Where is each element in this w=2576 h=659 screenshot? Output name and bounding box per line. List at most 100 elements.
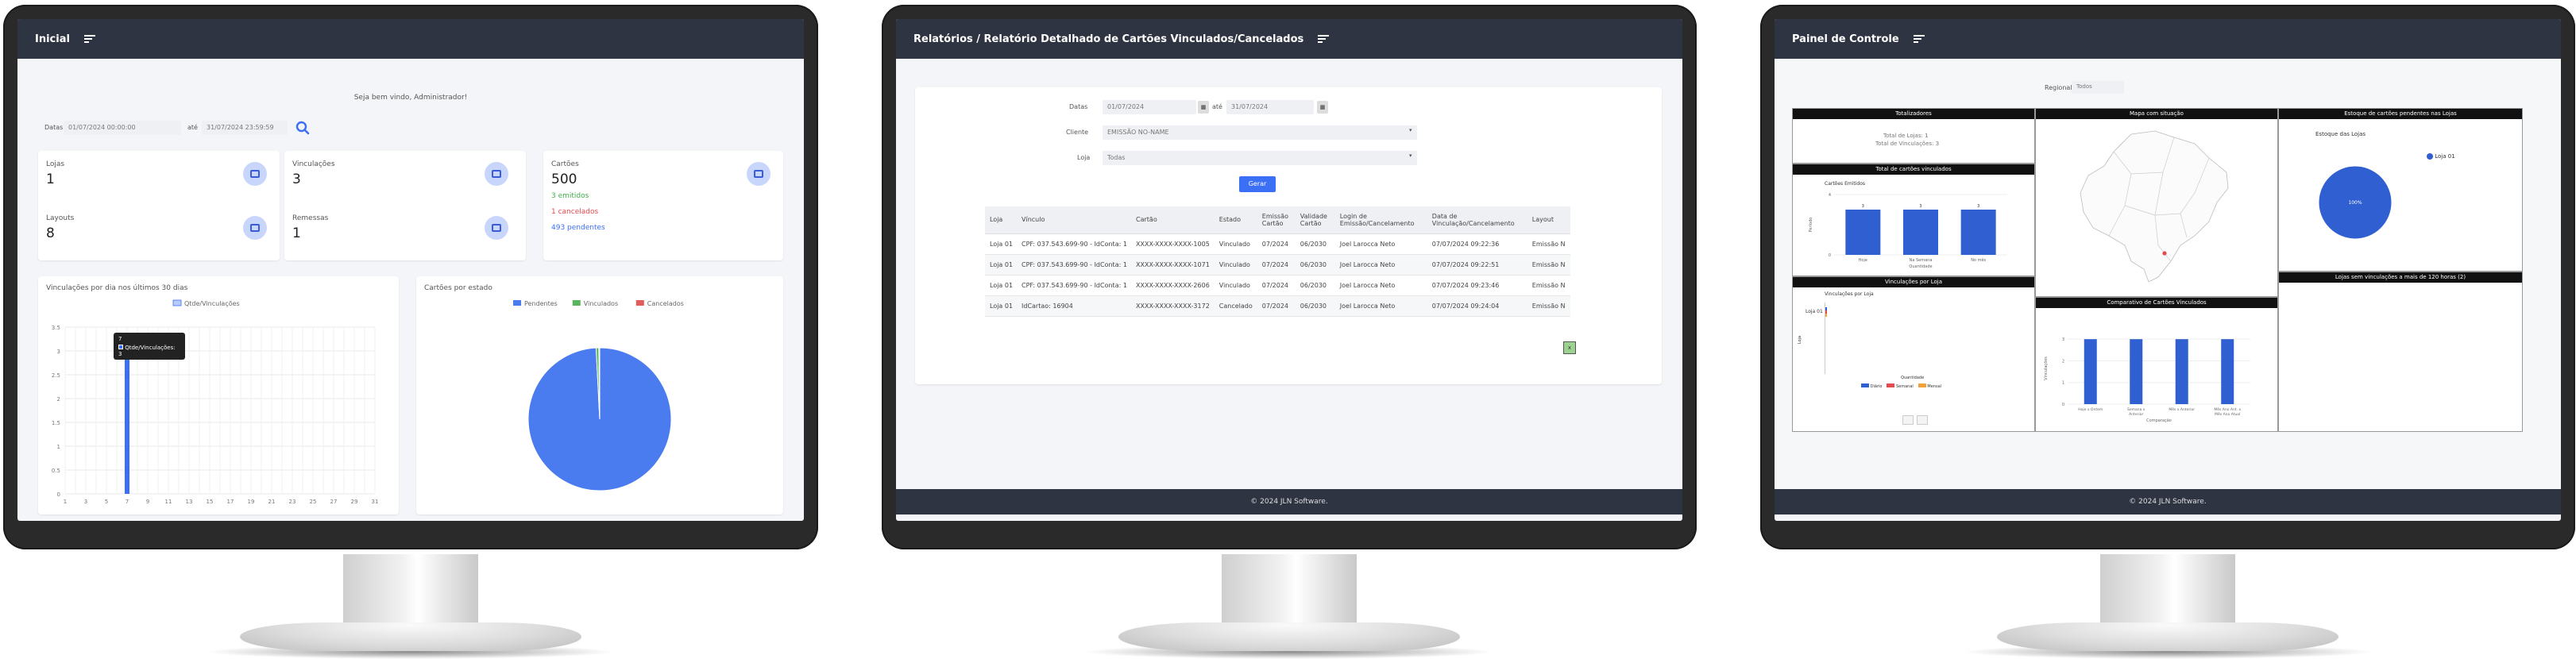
column-header[interactable]: Validade Cartão <box>1295 206 1335 234</box>
table-row[interactable]: Loja 01 CPF: 037.543.699-90 - IdConta: 1X… <box>985 233 1570 255</box>
vinc-loja-category: Loja 01 <box>1806 309 1823 314</box>
x-axis-label: Quantidade <box>1909 264 1932 269</box>
x-tick-label: Anterior <box>2129 412 2143 417</box>
column-header[interactable]: Data de Vinculação/Cancelamento <box>1427 206 1527 234</box>
loja-label: Loja <box>1077 154 1091 161</box>
column-header[interactable]: Cartão <box>1131 206 1215 234</box>
legend-semanal: Semanal <box>1887 383 1914 389</box>
date-to-input[interactable]: 31/07/2024 23:59:59 <box>202 121 288 135</box>
x-tick-label: 3 <box>84 499 87 505</box>
y-tick-label: 0.5 <box>52 468 60 474</box>
vinc-loja-xlabel: Quantidade <box>1901 376 1925 380</box>
table-cell: CPF: 037.543.699-90 - IdConta: 1 <box>1017 275 1131 296</box>
screen-relatorio: Relatórios / Relatório Detalhado de Cart… <box>896 19 1682 521</box>
x-axis-label: Comparação <box>2146 418 2172 423</box>
welcome-message: Seja bem vindo, Administrador! <box>353 94 468 102</box>
table-cell: Emissão N <box>1527 233 1570 255</box>
table-row[interactable]: Loja 01 CPF: 037.543.699-90 - IdConta: 1X… <box>985 275 1570 296</box>
menu-toggle-icon[interactable] <box>83 35 95 43</box>
column-header[interactable]: Estado <box>1214 206 1257 234</box>
legend-label: Vinculados <box>584 300 618 307</box>
table-cell: Joel Larocca Neto <box>1334 254 1427 276</box>
stat-value-remessas: 1 <box>292 225 301 241</box>
date-sep: até <box>187 124 198 131</box>
dashboard-area: Regional: Todos Totalizadores Total de L… <box>1775 59 2561 489</box>
table-cell: Vinculado <box>1214 233 1257 255</box>
menu-toggle-icon[interactable] <box>1318 35 1330 43</box>
page-title: Inicial <box>35 33 70 45</box>
calendar-icon[interactable]: ▦ <box>1198 101 1209 114</box>
loja-select[interactable]: Todas <box>1103 151 1417 165</box>
export-excel-icon[interactable]: x <box>1563 341 1576 354</box>
chart-bar[interactable] <box>1960 210 1996 255</box>
table-cell: 07/2024 <box>1257 295 1296 317</box>
chart-bar[interactable] <box>1845 210 1881 255</box>
table-cell: XXXX-XXXX-XXXX-3172 <box>1131 295 1215 317</box>
menu-toggle-icon[interactable] <box>1913 35 1925 43</box>
chart-bar[interactable] <box>2175 339 2188 404</box>
y-tick-label: 0 <box>57 491 60 498</box>
datas-to-input[interactable]: 31/07/2024 <box>1226 100 1314 114</box>
tooltip-line: Qtde/Vinculações: 3 <box>118 345 176 357</box>
column-header[interactable]: Login de Emissão/Cancelamento <box>1334 206 1427 234</box>
data-label: 3 <box>1919 204 1921 209</box>
vinc-loja-title: Vinculações por Loja <box>1825 291 1874 297</box>
column-header[interactable]: Loja <box>985 206 1017 234</box>
legend-swatch <box>172 299 182 306</box>
shipment-icon <box>485 216 508 240</box>
table-cell: CPF: 037.543.699-90 - IdConta: 1 <box>1017 233 1131 255</box>
cliente-select[interactable]: EMISSÃO NO-NAME <box>1103 125 1417 140</box>
table-cell: CPF: 037.543.699-90 - IdConta: 1 <box>1017 254 1131 276</box>
vinculacoes-loja-box: Vinculações por Loja Vinculações por Loj… <box>1792 276 2035 432</box>
table-cell: Joel Larocca Neto <box>1334 233 1427 255</box>
chart-bar[interactable] <box>2084 339 2097 404</box>
table-cell: Loja 01 <box>985 295 1017 317</box>
box-header: Lojas sem vinculações a mais de 120 hora… <box>2279 272 2522 283</box>
table-row[interactable]: Loja 01 IdCartao: 16904 XXXX-XXXX-XXXX-317… <box>985 295 1570 317</box>
cartoes-emitidos-chart: Cartões Emitidos 0 4 3 Hoje 3 Na Semana 3 No mês… <box>1808 181 2007 269</box>
date-from-input[interactable]: 01/07/2024 00:00:00 <box>64 121 181 135</box>
table-row[interactable]: Loja 01 CPF: 037.543.699-90 - IdConta: 1X… <box>985 254 1570 276</box>
column-header[interactable]: Vínculo <box>1017 206 1131 234</box>
regional-select[interactable]: Todos <box>2072 81 2124 94</box>
search-icon[interactable] <box>295 121 310 135</box>
x-tick-label: 7 <box>126 499 129 505</box>
x-tick-label: Semana x <box>2127 407 2145 412</box>
column-header[interactable]: Emissão Cartão <box>1257 206 1296 234</box>
table-cell: Emissão N <box>1527 295 1570 317</box>
data-label: 3 <box>1862 204 1864 209</box>
mapa-box: Mapa com situação <box>2035 108 2278 297</box>
monitor-base <box>1118 622 1460 651</box>
chart-bar[interactable] <box>2130 339 2143 404</box>
estoque-chart: 100% <box>2318 165 2393 240</box>
datas-from-input[interactable]: 01/07/2024 <box>1103 100 1196 114</box>
loja-marker[interactable] <box>2162 251 2167 256</box>
vinc-loja-legend: Diário Semanal Mensal <box>1861 383 1941 389</box>
topbar: Relatórios / Relatório Detalhado de Cart… <box>896 19 1682 59</box>
screen-painel: Painel de Controle Regional: Todos Total… <box>1775 19 2561 521</box>
next-page-button[interactable] <box>1917 415 1928 425</box>
legend-label: Qtde/Vinculações <box>184 300 240 307</box>
prev-page-button[interactable] <box>1902 415 1914 425</box>
chart-bar[interactable] <box>1903 210 1938 255</box>
gerar-button[interactable]: Gerar <box>1239 176 1276 192</box>
cartoes-emitidos: 3 emitidos <box>551 192 589 200</box>
chevron-down-icon: ▾ <box>1409 127 1412 133</box>
y-tick-label: 0 <box>2062 403 2064 407</box>
cartoes-pendentes: 493 pendentes <box>551 224 605 232</box>
x-tick-label: 1 <box>64 499 67 505</box>
total-vinculados-box: Total de cartões vinculados Cartões Emit… <box>1792 164 2035 276</box>
legend-swatch <box>572 300 581 306</box>
tooltip-title: 7 <box>118 336 122 342</box>
x-tick-label: Na Semana <box>1910 258 1933 263</box>
report-table: Loja Vínculo Cartão Estado Emissão Cartão Val… <box>985 206 1570 317</box>
chart-bar[interactable] <box>2221 339 2234 404</box>
store-icon <box>243 162 267 186</box>
column-header[interactable]: Layout <box>1527 206 1570 234</box>
chart-title: Cartões Emitidos <box>1825 181 1865 187</box>
calendar-icon[interactable]: ▦ <box>1317 101 1328 114</box>
legend-mensal: Mensal <box>1918 383 1941 389</box>
vinculacoes-chart-card: Vinculações por dia nos últimos 30 dias … <box>38 276 399 514</box>
y-tick-label: 2 <box>57 396 60 403</box>
chart-bar[interactable] <box>125 351 129 494</box>
